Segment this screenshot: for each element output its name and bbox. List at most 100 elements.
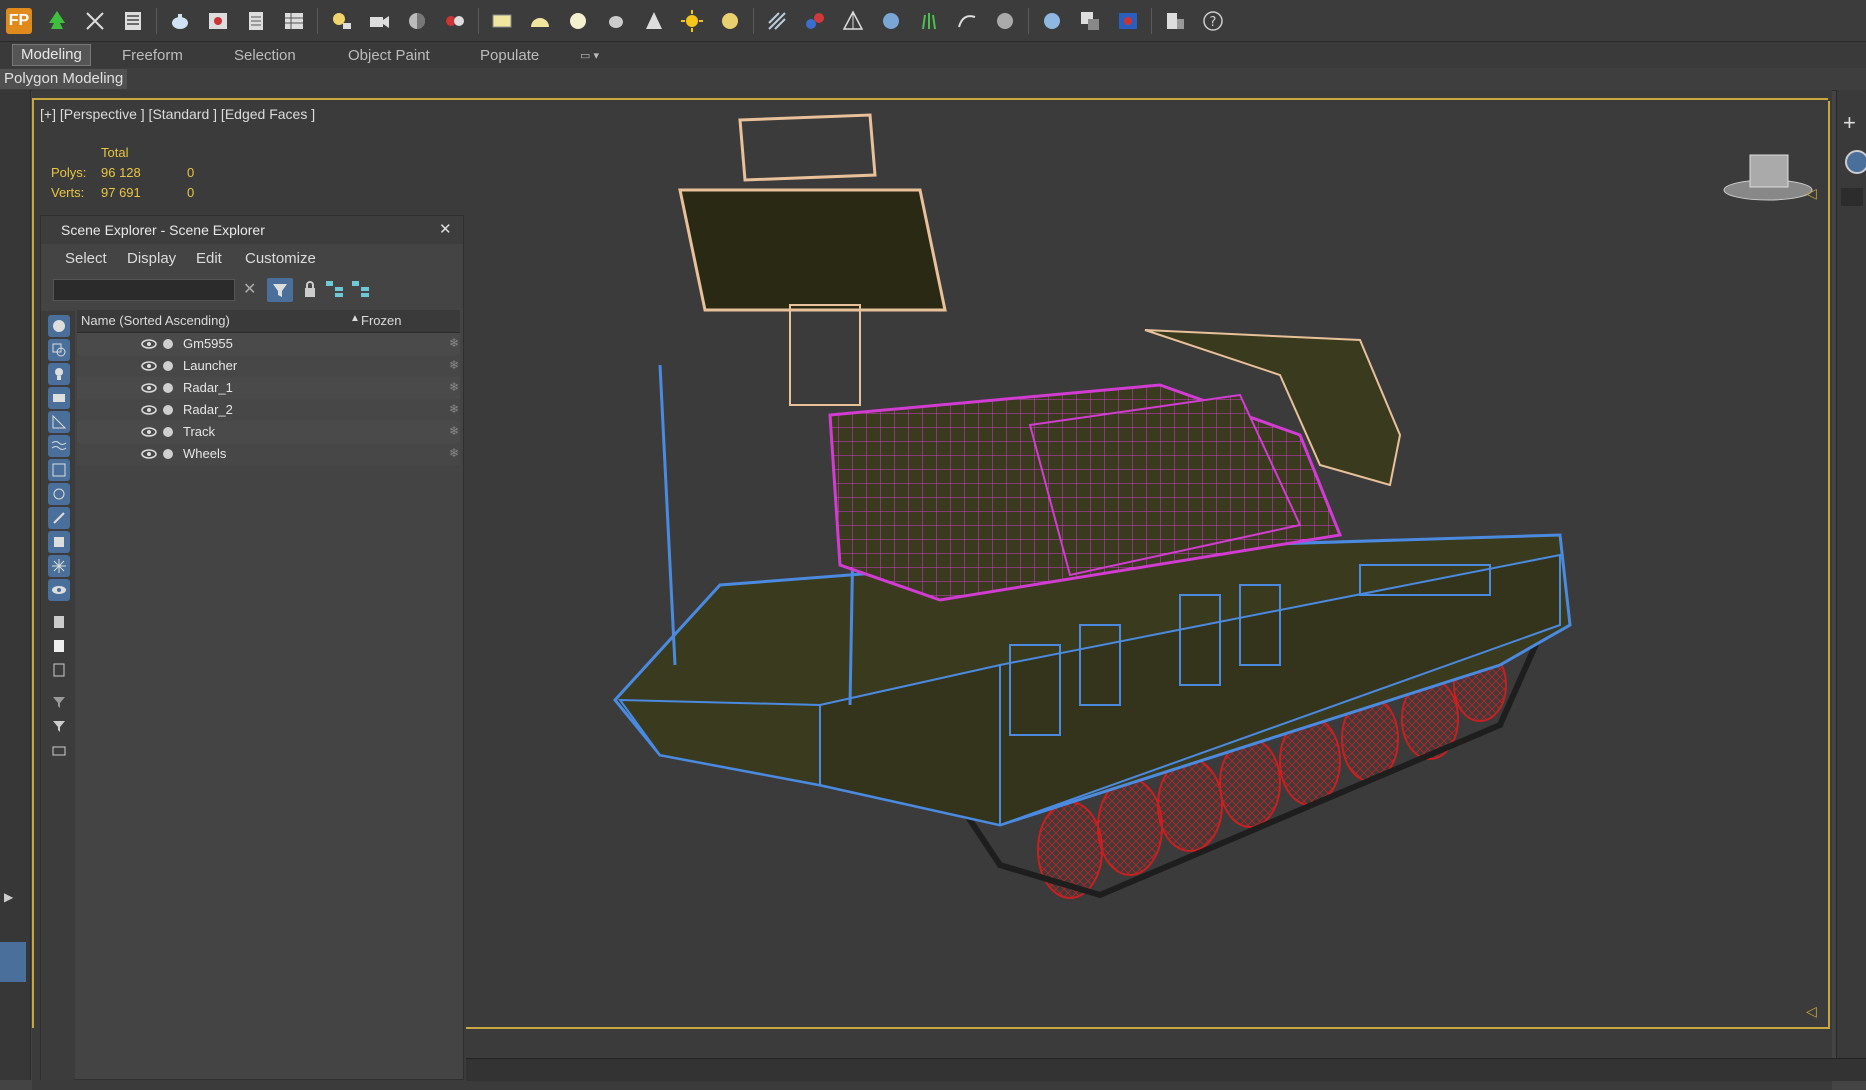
tank-model[interactable] [600,105,1580,945]
render-dot-icon[interactable] [163,383,173,393]
close-icon[interactable]: ✕ [439,220,452,238]
shapes-filter-icon[interactable] [48,339,70,361]
xrefs-filter-icon[interactable] [48,483,70,505]
render-icon[interactable] [1113,6,1143,36]
sort-ascending-icon[interactable]: ▲ [350,313,360,324]
visibility-eye-icon[interactable] [141,425,157,439]
visibility-eye-icon[interactable] [141,381,157,395]
list-item-launcher[interactable]: Launcher ❄ [77,355,460,377]
molecule-icon[interactable] [800,6,830,36]
table-icon[interactable] [279,6,309,36]
frozen-icon[interactable]: ❄ [449,380,459,394]
display-all-icon[interactable] [48,611,70,633]
layer-manager-icon[interactable] [48,739,70,761]
tab-selection[interactable]: Selection [226,46,304,66]
menu-edit[interactable]: Edit [196,250,222,267]
bones-filter-icon[interactable] [48,507,70,529]
tab-modeling[interactable]: Modeling [12,44,91,66]
visibility-eye-icon[interactable] [141,403,157,417]
expand-arrow-icon[interactable]: ▶ [4,890,13,904]
grass-icon[interactable] [914,6,944,36]
viewport-label[interactable]: [+] [Perspective ] [Standard ] [Edged Fa… [40,106,315,122]
render-dot-icon[interactable] [163,361,173,371]
render-dot-icon[interactable] [163,339,173,349]
menu-display[interactable]: Display [127,250,176,267]
teapot2-icon[interactable] [601,6,631,36]
create-plus-icon[interactable]: + [1843,110,1856,136]
polygon-modeling-label[interactable]: Polygon Modeling [0,69,128,89]
menu-customize[interactable]: Customize [245,250,316,267]
sun-icon[interactable] [677,6,707,36]
view-cube[interactable] [1720,150,1816,204]
render-dot-icon[interactable] [163,405,173,415]
timeline-track[interactable] [466,1058,1866,1081]
hierarchy-collapse-icon[interactable] [351,280,371,303]
list-item-gm5955[interactable]: Gm5955 ❄ [77,333,460,355]
lights-filter-icon[interactable] [48,363,70,385]
filter-selection-icon[interactable] [48,715,70,737]
app-logo-button[interactable]: FP [4,6,34,36]
left-strip-active-tab[interactable] [0,942,26,982]
geometry-filter-icon[interactable] [48,315,70,337]
render-frame-icon[interactable] [203,6,233,36]
space-warps-filter-icon[interactable] [48,435,70,457]
render-dot-icon[interactable] [163,427,173,437]
document-icon[interactable] [241,6,271,36]
groups-filter-icon[interactable] [48,459,70,481]
layers-icon[interactable] [1160,6,1190,36]
tab-object-paint[interactable]: Object Paint [340,46,438,66]
filter-toggle-icon[interactable] [48,691,70,713]
frozen-icon[interactable]: ❄ [449,446,459,460]
frozen-filter-icon[interactable] [48,555,70,577]
containers-filter-icon[interactable] [48,531,70,553]
frozen-icon[interactable]: ❄ [449,358,459,372]
helpers-filter-icon[interactable] [48,411,70,433]
standard-dropdown[interactable] [1841,188,1863,206]
grid-icon[interactable] [762,6,792,36]
visibility-eye-icon[interactable] [141,337,157,351]
tab-populate[interactable]: Populate [472,46,547,66]
column-name-header[interactable]: Name (Sorted Ascending) [81,313,230,328]
pyramid-icon[interactable] [838,6,868,36]
help-icon[interactable]: ? [1198,6,1228,36]
plane-icon[interactable] [487,6,517,36]
list-item-radar-1[interactable]: Radar_1 ❄ [77,377,460,399]
hierarchy-icon[interactable] [325,280,345,303]
invert-display-icon[interactable] [48,659,70,681]
teapot-icon[interactable] [165,6,195,36]
gear-sphere-icon[interactable] [876,6,906,36]
list-item-wheels[interactable]: Wheels ❄ [77,443,460,465]
render-setup-icon[interactable] [1075,6,1105,36]
disc-icon[interactable] [715,6,745,36]
dome-icon[interactable] [525,6,555,36]
clear-search-icon[interactable]: ✕ [243,279,256,299]
list-icon[interactable] [118,6,148,36]
radar-model[interactable] [678,113,947,406]
sphere-object-icon[interactable] [1845,150,1866,174]
list-item-radar-2[interactable]: Radar_2 ❄ [77,399,460,421]
hidden-filter-icon[interactable] [48,579,70,601]
filter-icon[interactable] [267,278,293,302]
scene-explorer-titlebar[interactable]: Scene Explorer - Scene Explorer ✕ [41,216,463,244]
material-editor-icon[interactable] [440,6,470,36]
list-item-track[interactable]: Track ❄ [77,421,460,443]
material-ball-icon[interactable] [402,6,432,36]
ribbon-options-dropdown[interactable]: ▭ ▾ [572,46,607,66]
visibility-eye-icon[interactable] [141,359,157,373]
tree-icon[interactable] [42,6,72,36]
frozen-icon[interactable]: ❄ [449,424,459,438]
render-dot-icon[interactable] [163,449,173,459]
visibility-eye-icon[interactable] [141,447,157,461]
cone-icon[interactable] [639,6,669,36]
light-icon[interactable] [326,6,356,36]
display-none-icon[interactable] [48,635,70,657]
hf-icon[interactable] [952,6,982,36]
scissors-icon[interactable] [80,6,110,36]
scene-search-input[interactable] [53,279,235,301]
sphere-blue-icon[interactable] [1037,6,1067,36]
sphere-icon[interactable] [563,6,593,36]
frozen-icon[interactable]: ❄ [449,336,459,350]
tab-freeform[interactable]: Freeform [114,46,191,66]
menu-select[interactable]: Select [65,250,107,267]
cameras-filter-icon[interactable] [48,387,70,409]
